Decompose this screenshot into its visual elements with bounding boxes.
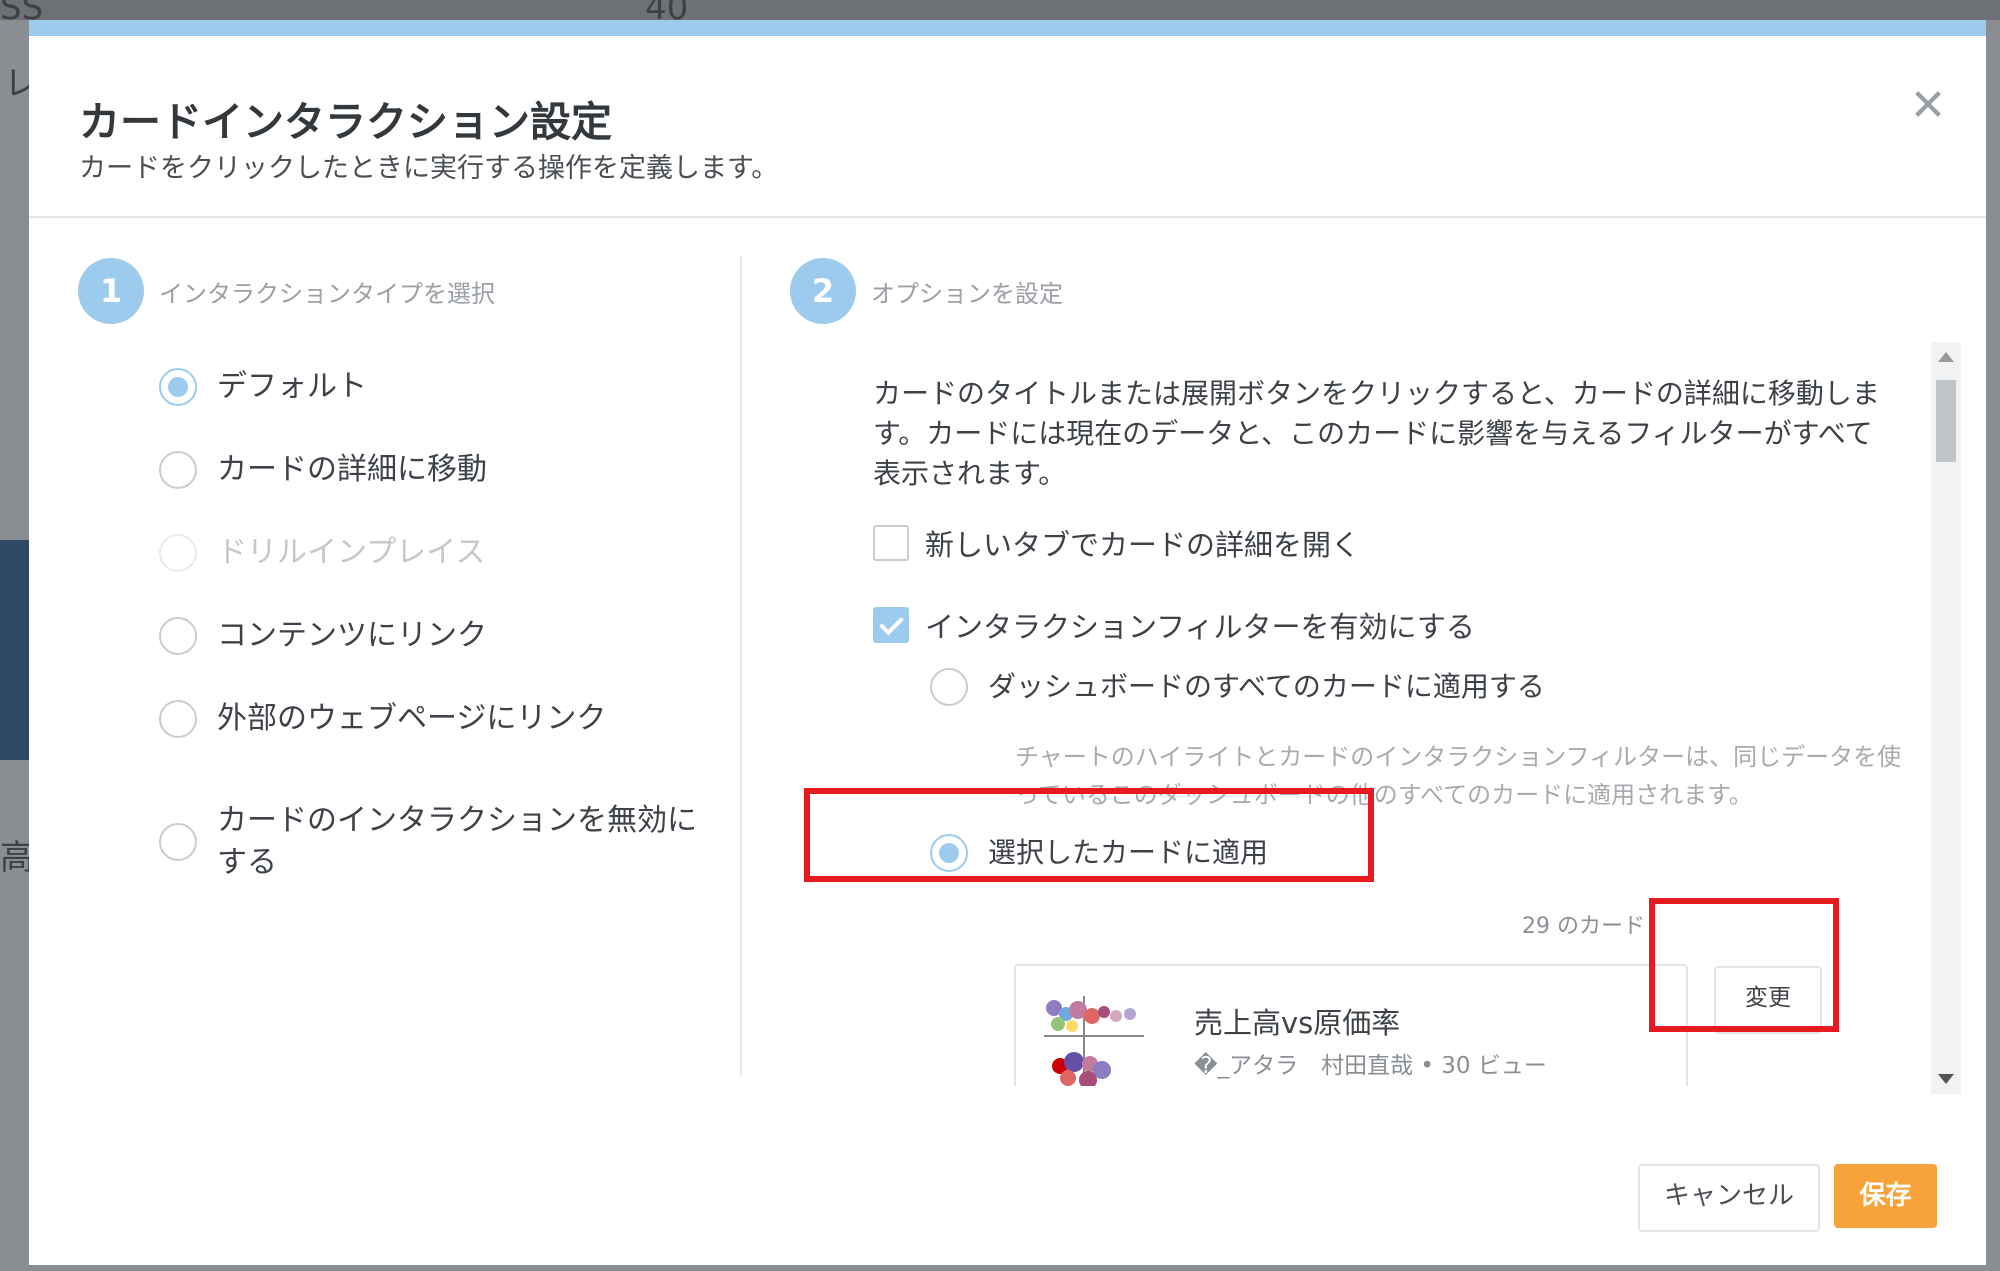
radio-label-line: する [217, 845, 277, 880]
radio-apply-selected-cards[interactable]: 選択したカードに適用 [930, 832, 1268, 874]
dialog-header: カードインタラクション設定 カードをクリックしたときに実行する操作を定義します。… [29, 36, 1986, 218]
radio-button[interactable] [159, 617, 197, 655]
dialog-subtitle: カードをクリックしたときに実行する操作を定義します。 [79, 153, 779, 184]
enable-filter-checkbox[interactable] [873, 607, 909, 643]
background-toolbar [0, 0, 2000, 20]
selected-card-item[interactable]: 売上高vs原価率 �_アタラ 村田直哉 • 30 ビュー [1014, 964, 1688, 1086]
column-divider [740, 256, 742, 1076]
radio-label: コンテンツにリンク [217, 618, 487, 653]
radio-apply-all-cards[interactable]: ダッシュボードのすべてのカードに適用する [930, 666, 1545, 708]
radio-button [159, 534, 197, 572]
card-count: 29 のカード [1522, 914, 1645, 939]
radio-button[interactable] [159, 823, 197, 861]
options-panel: カードのタイトルまたは展開ボタンをクリックすると、カードの詳細に移動します。カー… [789, 326, 1949, 1086]
scroll-up-icon[interactable] [1938, 352, 1954, 362]
step-1-badge: 1 [78, 258, 144, 324]
radio-link-content[interactable]: コンテンツにリンク [159, 615, 487, 657]
apply-all-hint: チャートのハイライトとカードのインタラクションフィルターは、同じデータを使ってい… [1015, 743, 1902, 809]
radio-default[interactable]: デフォルト [159, 366, 367, 408]
radio-label: 外部のウェブページにリンク [217, 701, 607, 736]
radio-button[interactable] [159, 368, 197, 406]
radio-label: ダッシュボードのすべてのカードに適用する [988, 670, 1545, 703]
step-2-badge: 2 [790, 258, 856, 324]
radio-label: カードの詳細に移動 [217, 452, 487, 487]
scroll-down-icon[interactable] [1938, 1074, 1954, 1084]
card-interaction-dialog: カードインタラクション設定 カードをクリックしたときに実行する操作を定義します。… [29, 20, 1986, 1265]
open-new-tab-checkbox-row[interactable]: 新しいタブでカードの詳細を開く [873, 522, 1360, 564]
radio-label-line: カードのインタラクションを無効に [217, 803, 697, 838]
options-scrollbar[interactable] [1931, 342, 1961, 1094]
radio-button[interactable] [159, 451, 197, 489]
radio-drill-in-place: ドリルインプレイス [159, 532, 485, 574]
radio-button[interactable] [159, 700, 197, 738]
step-2-label: オプションを設定 [871, 280, 1063, 308]
checkbox-label: 新しいタブでカードの詳細を開く [925, 528, 1361, 562]
radio-button[interactable] [930, 668, 968, 706]
option-description: カードのタイトルまたは展開ボタンをクリックすると、カードの詳細に移動します。カー… [873, 377, 1880, 490]
open-new-tab-checkbox[interactable] [873, 525, 909, 561]
step-1-label: インタラクションタイプを選択 [159, 280, 495, 308]
radio-label: デフォルト [217, 369, 367, 404]
checkbox-label: インタラクションフィルターを有効にする [925, 610, 1475, 644]
save-button[interactable]: 保存 [1834, 1164, 1937, 1228]
background-panel [0, 540, 30, 760]
radio-label: 選択したカードに適用 [988, 836, 1269, 869]
radio-card-details[interactable]: カードの詳細に移動 [159, 449, 487, 491]
enable-filter-checkbox-row[interactable]: インタラクションフィルターを有効にする [873, 604, 1475, 646]
radio-disable-interaction[interactable]: カードのインタラクションを無効に する [159, 800, 697, 884]
radio-button[interactable] [930, 834, 968, 872]
radio-link-external[interactable]: 外部のウェブページにリンク [159, 698, 606, 740]
scrollbar-thumb[interactable] [1936, 380, 1956, 462]
close-icon[interactable]: ✕ [1906, 84, 1950, 128]
card-meta: �_アタラ 村田直哉 • 30 ビュー [1194, 1053, 1547, 1079]
card-title: 売上高vs原価率 [1194, 1006, 1401, 1040]
radio-label: ドリルインプレイス [217, 535, 486, 570]
radio-label: カードのインタラクションを無効に する [217, 800, 697, 884]
card-thumbnail [1044, 996, 1144, 1086]
change-cards-button[interactable]: 変更 [1714, 966, 1822, 1034]
dialog-title: カードインタラクション設定 [79, 98, 612, 146]
cancel-button[interactable]: キャンセル [1638, 1164, 1820, 1232]
